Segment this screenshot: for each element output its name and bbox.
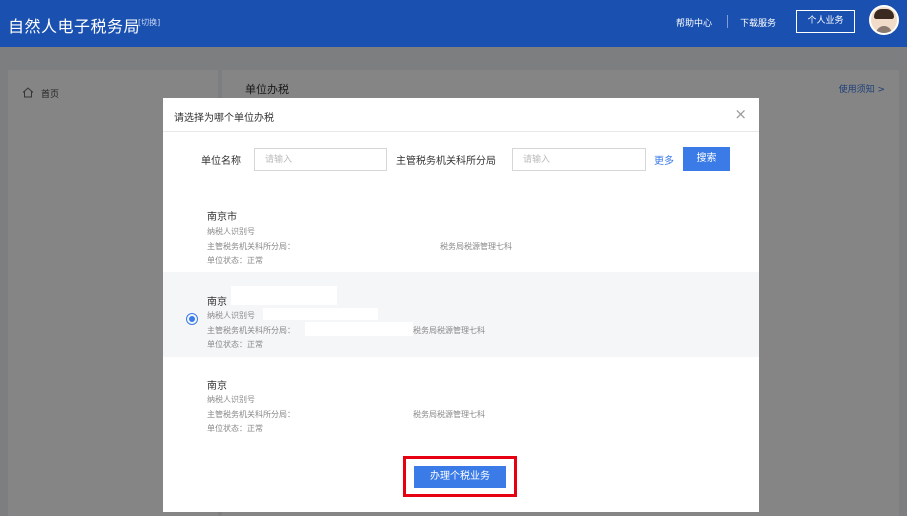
unit-status: 单位状态：正常 bbox=[207, 256, 263, 265]
bureau-suffix: 税务局税源管理七科 bbox=[413, 326, 485, 335]
download-service-link[interactable]: 下载服务 bbox=[740, 16, 776, 29]
redaction-mask bbox=[305, 322, 413, 336]
bureau-line-label: 主管税务机关科所分局： bbox=[207, 326, 295, 335]
redaction-mask bbox=[231, 286, 337, 305]
bureau-label: 主管税务机关科所分局 bbox=[396, 156, 496, 167]
unit-item[interactable]: 南京市 纳税人识别号 主管税务机关科所分局： 税务局税源管理七科 单位状态：正常 bbox=[163, 186, 759, 271]
submit-highlight-box: 办理个税业务 bbox=[403, 456, 517, 497]
redaction-mask bbox=[305, 238, 433, 251]
redaction-mask bbox=[263, 308, 378, 320]
header-divider bbox=[727, 15, 728, 28]
unit-name-input[interactable] bbox=[254, 148, 387, 171]
personal-business-button[interactable]: 个人业务 bbox=[796, 10, 855, 33]
taxpayer-id-label: 纳税人识别号 bbox=[207, 311, 255, 320]
help-center-link[interactable]: 帮助中心 bbox=[676, 16, 712, 29]
unit-status: 单位状态：正常 bbox=[207, 424, 263, 433]
redaction-mask bbox=[305, 406, 413, 420]
dialog-header: 请选择为哪个单位办税 × bbox=[163, 98, 759, 132]
bureau-line-label: 主管税务机关科所分局： bbox=[207, 242, 295, 251]
top-header: 自然人电子税务局 [切换] 帮助中心 下载服务 个人业务 bbox=[0, 0, 907, 47]
more-filters-link[interactable]: 更多 bbox=[654, 152, 674, 167]
taxpayer-id-label: 纳税人识别号 bbox=[207, 227, 255, 236]
avatar-hair bbox=[874, 9, 894, 19]
search-button[interactable]: 搜索 bbox=[683, 147, 730, 171]
unit-name: 南京 bbox=[207, 381, 227, 392]
select-unit-dialog: 请选择为哪个单位办税 × 单位名称 主管税务机关科所分局 更多 搜索 南京市 纳… bbox=[163, 98, 759, 512]
redaction-mask bbox=[263, 392, 373, 404]
unit-radio[interactable] bbox=[186, 313, 198, 325]
unit-status: 单位状态：正常 bbox=[207, 340, 263, 349]
unit-name: 南京市 bbox=[207, 212, 237, 223]
avatar-body bbox=[876, 26, 892, 33]
avatar[interactable] bbox=[869, 5, 899, 35]
bureau-line-label: 主管税务机关科所分局： bbox=[207, 410, 295, 419]
app-title: 自然人电子税务局 bbox=[8, 17, 141, 36]
unit-list: 南京市 纳税人识别号 主管税务机关科所分局： 税务局税源管理七科 单位状态：正常… bbox=[163, 186, 759, 448]
close-icon[interactable]: × bbox=[734, 106, 747, 122]
bureau-input[interactable] bbox=[512, 148, 646, 171]
redaction-mask bbox=[231, 370, 329, 389]
redaction-mask bbox=[263, 224, 376, 236]
bureau-suffix: 税务局税源管理七科 bbox=[440, 242, 512, 251]
taxpayer-id-label: 纳税人识别号 bbox=[207, 395, 255, 404]
handle-iit-business-button[interactable]: 办理个税业务 bbox=[414, 466, 506, 488]
bureau-suffix: 税务局税源管理七科 bbox=[413, 410, 485, 419]
dialog-title: 请选择为哪个单位办税 bbox=[174, 113, 274, 124]
unit-name-label: 单位名称 bbox=[201, 156, 241, 167]
unit-name: 南京 bbox=[207, 297, 227, 308]
unit-item[interactable]: 南京 纳税人识别号 主管税务机关科所分局： 税务局税源管理七科 单位状态：正常 bbox=[163, 358, 759, 443]
unit-item[interactable]: 南京 纳税人识别号 主管税务机关科所分局： 税务局税源管理七科 单位状态：正常 bbox=[163, 272, 759, 357]
switch-link[interactable]: [切换] bbox=[138, 17, 160, 28]
redaction-mask bbox=[239, 201, 357, 220]
